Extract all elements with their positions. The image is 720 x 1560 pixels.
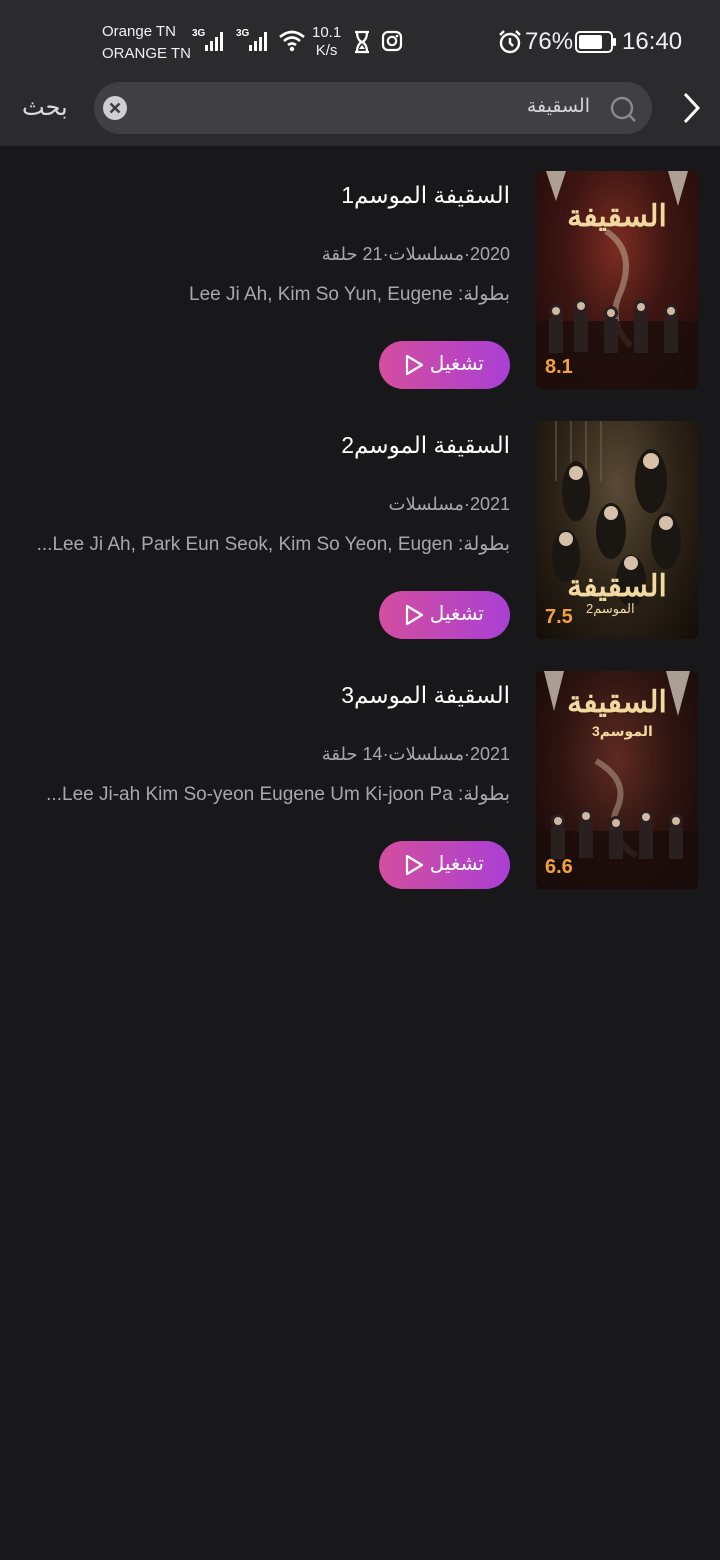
item-meta: 2020·مسلسلات·21 حلقة — [321, 244, 510, 264]
search-input[interactable]: السقيفة — [94, 82, 652, 134]
play-label: تشغيل — [429, 853, 484, 875]
search-button[interactable]: بحث — [22, 94, 68, 122]
network-speed: 10.1 K/s — [312, 24, 341, 60]
search-header: بحث السقيفة — [0, 80, 720, 146]
play-button[interactable]: تشغيل — [379, 341, 510, 389]
carrier-names: Orange TN ORANGE TN — [102, 21, 191, 65]
item-title[interactable]: السقيفة الموسم2 — [341, 431, 510, 459]
wifi-icon — [279, 30, 305, 52]
poster-title: السقيفة — [567, 685, 667, 720]
search-icon — [610, 96, 636, 122]
rating: 6.6 — [545, 856, 573, 878]
status-bar: Orange TN ORANGE TN 3G 3G 10.1 K/s 76% 1… — [0, 0, 720, 80]
item-title[interactable]: السقيفة الموسم3 — [341, 681, 510, 709]
chevron-right-icon[interactable] — [676, 90, 706, 126]
poster-image[interactable]: السقيفة 8.1 — [536, 171, 698, 389]
play-button[interactable]: تشغيل — [379, 591, 510, 639]
rating: 7.5 — [545, 606, 573, 628]
play-label: تشغيل — [429, 353, 484, 375]
poster-image[interactable]: السقيفة الموسم2 7.5 — [536, 421, 698, 639]
item-title[interactable]: السقيفة الموسم1 — [341, 181, 510, 209]
speed-unit: K/s — [315, 42, 338, 59]
list-item[interactable]: السقيفة الموسم3 6.6 السقيفة الموسم3 2021… — [0, 671, 720, 891]
clock: 16:40 — [622, 28, 683, 55]
rating: 8.1 — [545, 356, 573, 378]
list-item[interactable]: السقيفة الموسم2 7.5 السقيفة الموسم2 2021… — [0, 421, 720, 641]
search-query: السقيفة — [526, 96, 590, 117]
battery-icon — [575, 31, 616, 53]
speed-value: 10.1 — [312, 24, 342, 41]
carrier-1: Orange TN — [102, 23, 176, 40]
item-meta: 2021·مسلسلات — [388, 494, 510, 514]
alarm-icon — [499, 30, 521, 54]
instagram-icon — [381, 30, 403, 52]
play-icon — [405, 854, 424, 876]
item-cast: بطولة: Lee Ji Ah, Park Eun Seok, Kim So … — [36, 534, 510, 555]
play-button[interactable]: تشغيل — [379, 841, 510, 889]
list-item[interactable]: السقيفة 8.1 السقيفة الموسم1 2020·مسلسلات… — [0, 171, 720, 391]
carrier-2: ORANGE TN — [102, 45, 191, 62]
clear-icon[interactable] — [102, 95, 128, 121]
poster-title: السقيفة — [567, 569, 667, 604]
play-label: تشغيل — [429, 603, 484, 625]
play-icon — [405, 354, 424, 376]
hourglass-icon — [355, 30, 369, 54]
item-cast: بطولة: Lee Ji-ah Kim So-yeon Eugene Um K… — [46, 784, 510, 805]
play-icon — [405, 604, 424, 626]
poster-title: السقيفة — [567, 199, 667, 234]
battery-percent: 76% — [525, 28, 574, 55]
item-cast: بطولة: Lee Ji Ah, Kim So Yun, Eugene — [189, 284, 510, 305]
poster-subtitle: الموسم3 — [592, 723, 653, 739]
poster-image[interactable]: السقيفة الموسم3 6.6 — [536, 671, 698, 889]
poster-subtitle: الموسم2 — [586, 601, 635, 616]
item-meta: 2021·مسلسلات·14 حلقة — [321, 744, 510, 764]
